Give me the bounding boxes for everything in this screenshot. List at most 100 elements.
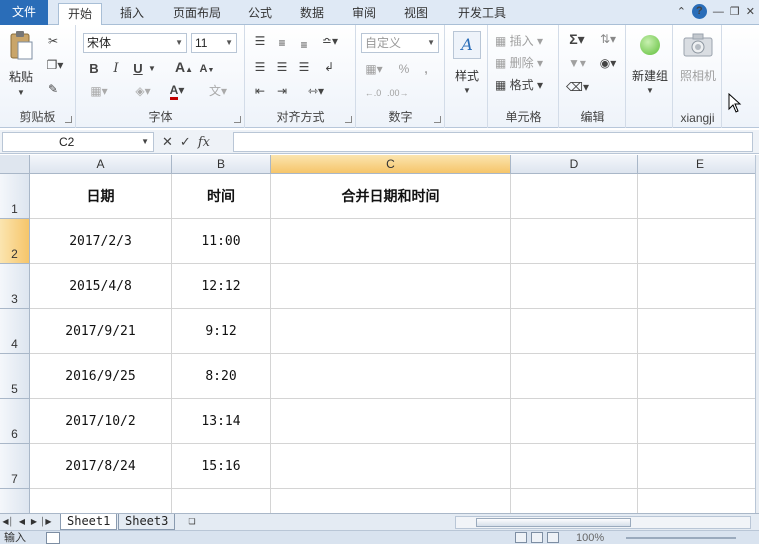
row-header[interactable]: 5: [0, 354, 30, 399]
increase-indent-icon[interactable]: ⇥: [274, 83, 290, 99]
font-name-combo[interactable]: 宋体 ▼: [83, 33, 187, 53]
name-box[interactable]: C2 ▼: [2, 132, 154, 152]
formula-input[interactable]: [233, 132, 753, 152]
alignment-dialog-launcher[interactable]: [345, 116, 352, 123]
delete-cells-button[interactable]: ▦ 删除 ▾: [495, 55, 557, 71]
align-center-icon[interactable]: ☰: [274, 59, 290, 75]
table-cell[interactable]: [638, 444, 755, 489]
row-header[interactable]: 6: [0, 399, 30, 444]
align-left-icon[interactable]: ☰: [252, 59, 268, 75]
table-cell[interactable]: [511, 219, 638, 264]
camera-label[interactable]: 照相机: [674, 67, 722, 84]
format-painter-icon[interactable]: ✎: [44, 81, 62, 97]
table-cell[interactable]: [271, 219, 511, 264]
shrink-font-icon[interactable]: A▼: [199, 61, 215, 79]
horizontal-scrollbar[interactable]: [455, 516, 751, 529]
table-cell[interactable]: 2017/10/2: [30, 399, 172, 444]
row-header[interactable]: 2: [0, 219, 30, 264]
table-cell[interactable]: [271, 399, 511, 444]
styles-icon[interactable]: A: [453, 31, 481, 59]
cancel-entry-icon[interactable]: ✕: [162, 134, 173, 150]
paste-icon[interactable]: [8, 30, 34, 62]
first-sheet-icon[interactable]: ◀│: [2, 515, 14, 529]
confirm-entry-icon[interactable]: ✓: [180, 134, 191, 150]
table-cell[interactable]: 8:20: [172, 354, 271, 399]
paste-label[interactable]: 粘贴: [4, 68, 38, 85]
sort-filter-icon[interactable]: ⇅▾: [596, 31, 620, 47]
table-cell[interactable]: 9:12: [172, 309, 271, 354]
table-cell[interactable]: [511, 444, 638, 489]
table-cell[interactable]: 日期: [30, 174, 172, 219]
table-cell[interactable]: [511, 309, 638, 354]
table-cell[interactable]: [172, 489, 271, 513]
cut-icon[interactable]: ✂: [44, 33, 62, 49]
align-top-icon[interactable]: ☰: [252, 33, 268, 49]
styles-label[interactable]: 样式: [446, 67, 488, 84]
column-header-a[interactable]: A: [30, 155, 172, 174]
horizontal-scroll-thumb[interactable]: [476, 518, 631, 527]
insert-sheet-icon[interactable]: ❏: [184, 515, 200, 529]
italic-button[interactable]: I: [109, 61, 123, 77]
paste-dropdown-icon[interactable]: ▼: [16, 85, 26, 101]
zoom-level[interactable]: 100%: [576, 531, 604, 544]
tab-developer[interactable]: 开发工具: [450, 3, 514, 25]
tab-insert[interactable]: 插入: [112, 3, 152, 25]
row-header[interactable]: [0, 489, 30, 513]
table-cell[interactable]: 12:12: [172, 264, 271, 309]
column-header-b[interactable]: B: [172, 155, 271, 174]
table-cell[interactable]: 2017/2/3: [30, 219, 172, 264]
last-sheet-icon[interactable]: │▶: [40, 515, 52, 529]
phonetic-icon[interactable]: 文▾: [205, 83, 231, 99]
bold-button[interactable]: B: [87, 61, 101, 77]
zoom-slider[interactable]: [626, 537, 736, 539]
insert-function-button[interactable]: fx: [198, 135, 210, 150]
find-select-icon[interactable]: ◉▾: [596, 55, 620, 71]
table-cell[interactable]: [638, 399, 755, 444]
next-sheet-icon[interactable]: ▶: [28, 515, 40, 529]
font-size-combo[interactable]: 11 ▼: [191, 33, 237, 53]
row-header[interactable]: 1: [0, 174, 30, 219]
row-header[interactable]: 7: [0, 444, 30, 489]
align-bottom-icon[interactable]: ≡: [296, 37, 312, 53]
column-header-c[interactable]: C: [271, 155, 511, 174]
table-cell[interactable]: 2016/9/25: [30, 354, 172, 399]
percent-button[interactable]: %: [397, 61, 411, 77]
table-cell[interactable]: [271, 489, 511, 513]
tab-file[interactable]: 文件: [0, 0, 48, 25]
align-right-icon[interactable]: ☰: [296, 59, 312, 75]
minimize-icon[interactable]: —: [713, 6, 724, 18]
sheet-tab-sheet1[interactable]: Sheet1: [60, 514, 118, 530]
page-layout-view-icon[interactable]: [531, 532, 543, 543]
grow-font-icon[interactable]: A▲: [175, 59, 193, 78]
table-cell[interactable]: 2017/9/21: [30, 309, 172, 354]
normal-view-icon[interactable]: [515, 532, 527, 543]
macro-record-icon[interactable]: [46, 532, 60, 544]
table-cell[interactable]: [511, 354, 638, 399]
restore-icon[interactable]: ❐: [730, 5, 740, 18]
row-header[interactable]: 3: [0, 264, 30, 309]
ribbon-collapse-icon[interactable]: ⌃: [677, 5, 686, 18]
wrap-text-icon[interactable]: ↲: [320, 59, 338, 75]
column-header-d[interactable]: D: [511, 155, 638, 174]
tab-page-layout[interactable]: 页面布局: [166, 3, 228, 25]
number-format-combo[interactable]: 自定义 ▼: [361, 33, 439, 53]
orientation-icon[interactable]: ≏▾: [318, 33, 342, 49]
decrease-indent-icon[interactable]: ⇤: [252, 83, 268, 99]
new-group-label[interactable]: 新建组: [627, 67, 673, 84]
table-cell[interactable]: [511, 399, 638, 444]
prev-sheet-icon[interactable]: ◀: [16, 515, 28, 529]
close-icon[interactable]: ✕: [746, 5, 755, 18]
merge-center-icon[interactable]: ⇿▾: [304, 83, 328, 99]
fill-color-icon[interactable]: ◈▾: [131, 83, 155, 99]
table-cell[interactable]: [638, 174, 755, 219]
select-all-button[interactable]: [0, 155, 30, 174]
table-cell[interactable]: [511, 264, 638, 309]
new-group-dropdown-icon[interactable]: ▼: [645, 83, 655, 99]
tab-view[interactable]: 视图: [396, 3, 436, 25]
font-color-icon[interactable]: A▾: [165, 82, 189, 100]
table-cell[interactable]: 时间: [172, 174, 271, 219]
font-dialog-launcher[interactable]: [234, 116, 241, 123]
underline-dropdown-icon[interactable]: ▼: [147, 61, 157, 77]
table-cell[interactable]: [638, 264, 755, 309]
underline-button[interactable]: U: [131, 61, 145, 77]
